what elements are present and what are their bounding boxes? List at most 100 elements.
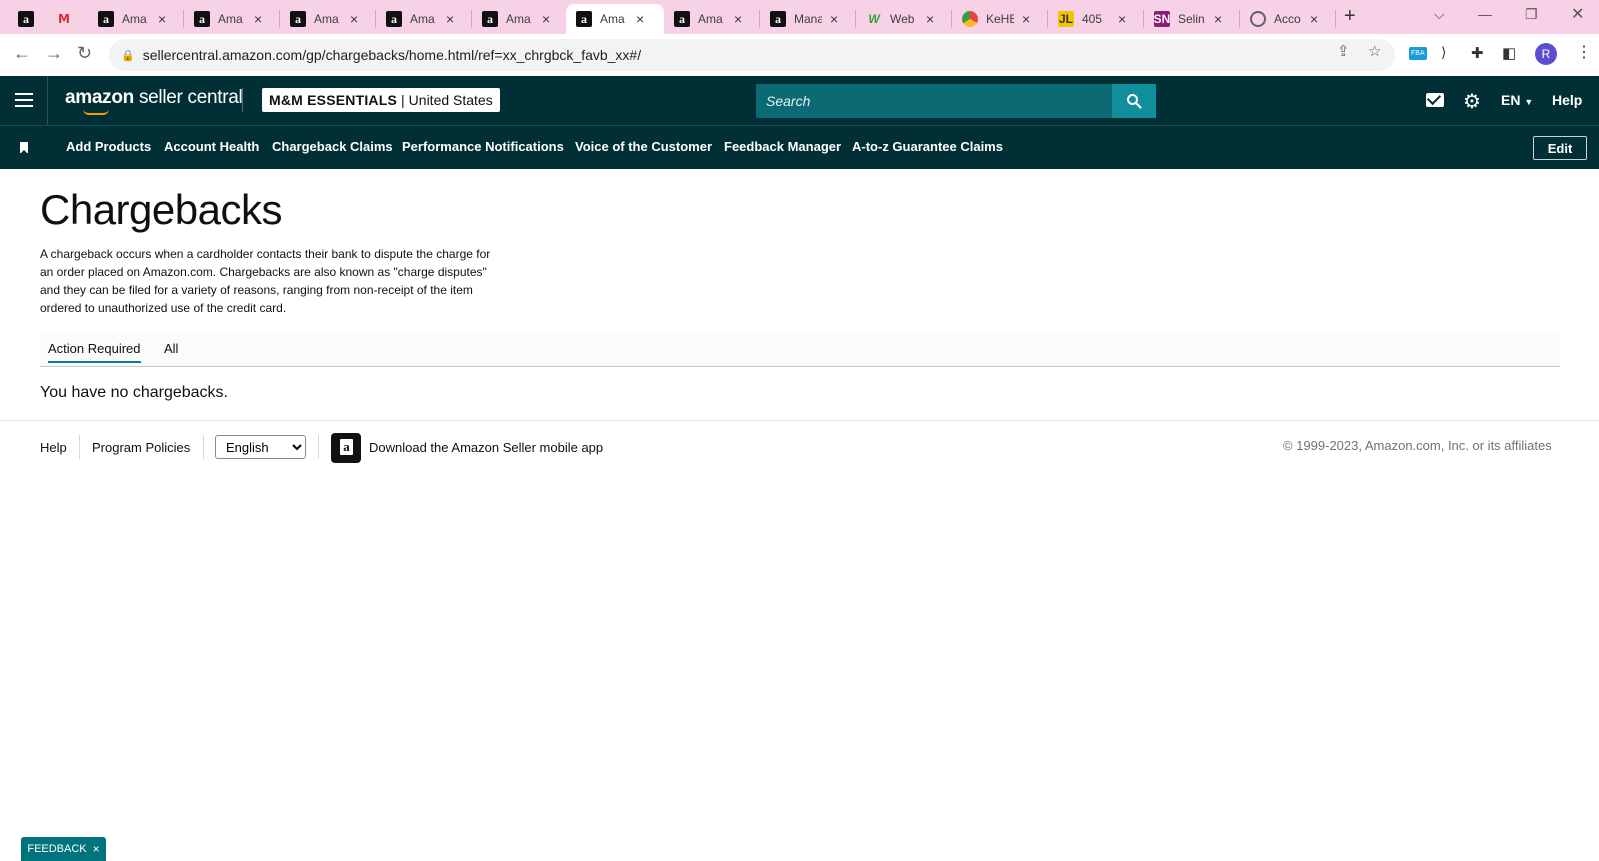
browser-tab-label: Ama bbox=[600, 12, 625, 26]
sn-icon: SN bbox=[1153, 11, 1171, 27]
profile-avatar[interactable]: R bbox=[1535, 43, 1557, 65]
chargeback-tabs: Action Required All bbox=[40, 332, 1560, 367]
close-icon[interactable]: × bbox=[542, 11, 550, 27]
browser-tab-label: Ama bbox=[218, 12, 243, 26]
logo-separator bbox=[242, 88, 243, 112]
logo-suffix: seller central bbox=[138, 87, 243, 108]
browser-tab[interactable]: SN Selin × bbox=[1144, 4, 1238, 34]
browser-tab-label: 405 bbox=[1082, 12, 1103, 26]
browser-tab-label: Web bbox=[890, 12, 915, 26]
browser-tab-label: Ama bbox=[122, 12, 147, 26]
browser-tab-label: Ama bbox=[410, 12, 435, 26]
browser-tab[interactable]: Acco × bbox=[1240, 4, 1334, 34]
close-icon[interactable]: × bbox=[830, 11, 838, 27]
close-icon[interactable]: × bbox=[1214, 11, 1222, 27]
hamburger-menu-icon[interactable] bbox=[15, 93, 33, 107]
empty-state-message: You have no chargebacks. bbox=[40, 384, 228, 401]
browser-tab-gmail[interactable]: M bbox=[46, 4, 86, 34]
nav-add-products[interactable]: Add Products bbox=[66, 139, 151, 154]
footer-divider bbox=[0, 420, 1599, 421]
close-icon[interactable]: × bbox=[158, 11, 166, 27]
download-app-link[interactable]: Download the Amazon Seller mobile app bbox=[369, 440, 603, 455]
close-icon[interactable]: × bbox=[1022, 11, 1030, 27]
browser-tab[interactable]: KeHE × bbox=[952, 4, 1046, 34]
footer-help-link[interactable]: Help bbox=[40, 440, 67, 455]
store-separator: | bbox=[401, 92, 405, 108]
gear-icon[interactable]: ⚙ bbox=[1463, 89, 1481, 114]
bookmark-icon[interactable] bbox=[20, 142, 28, 154]
minimize-icon[interactable]: — bbox=[1478, 6, 1492, 22]
back-arrow-icon[interactable]: ← bbox=[13, 43, 31, 64]
marketplace-name: United States bbox=[408, 92, 493, 108]
tab-search-icon[interactable]: ⌵ bbox=[1434, 6, 1445, 23]
nav-feedback-manager[interactable]: Feedback Manager bbox=[724, 139, 841, 154]
page-title: Chargebacks bbox=[40, 186, 282, 233]
language-selector[interactable]: EN ▼ bbox=[1501, 92, 1533, 108]
browser-tab[interactable]: a Ama × bbox=[88, 4, 182, 34]
close-icon[interactable]: × bbox=[926, 11, 934, 27]
close-icon[interactable]: × bbox=[1118, 11, 1126, 27]
amazon-icon: a bbox=[98, 11, 114, 27]
close-icon[interactable]: × bbox=[254, 11, 262, 27]
browser-tab-label: Ama bbox=[314, 12, 339, 26]
seller-app-icon[interactable] bbox=[331, 433, 361, 463]
browser-tab[interactable]: a Ama × bbox=[184, 4, 278, 34]
reload-icon[interactable]: ↻ bbox=[77, 43, 92, 64]
caret-down-icon: ▼ bbox=[1524, 97, 1534, 107]
extension-arrow-icon[interactable]: ⟩ bbox=[1441, 44, 1446, 61]
new-tab-button[interactable]: + bbox=[1344, 5, 1356, 28]
browser-toolbar: ← → ↻ 🔒 sellercentral.amazon.com/gp/char… bbox=[0, 34, 1599, 76]
kebab-menu-icon[interactable]: ⋮ bbox=[1576, 42, 1592, 62]
side-panel-icon[interactable]: ◧ bbox=[1502, 44, 1516, 62]
bookmarks-bar: Add Products Account Health Chargeback C… bbox=[0, 125, 1599, 169]
feedback-close-icon[interactable]: × bbox=[93, 842, 100, 856]
page-description: A chargeback occurs when a cardholder co… bbox=[40, 247, 491, 315]
store-switcher[interactable]: M&M ESSENTIALS | United States bbox=[262, 88, 500, 112]
footer-language-select[interactable]: English bbox=[215, 435, 306, 459]
nav-chargeback-claims[interactable]: Chargeback Claims bbox=[272, 139, 393, 154]
close-icon[interactable]: × bbox=[446, 11, 454, 27]
window-close-icon[interactable]: ✕ bbox=[1571, 4, 1584, 24]
address-bar[interactable]: 🔒 sellercentral.amazon.com/gp/chargeback… bbox=[109, 39, 1395, 71]
url-text[interactable]: sellercentral.amazon.com/gp/chargebacks/… bbox=[143, 47, 641, 63]
browser-tab[interactable]: a Ama × bbox=[472, 4, 566, 34]
nav-performance-notifications[interactable]: Performance Notifications bbox=[402, 139, 564, 154]
nav-voice-of-the-customer[interactable]: Voice of the Customer bbox=[575, 139, 712, 154]
restore-icon[interactable]: ❐ bbox=[1525, 6, 1538, 23]
browser-tab[interactable]: a Ama × bbox=[664, 4, 758, 34]
close-icon[interactable]: × bbox=[734, 11, 742, 27]
nav-account-health[interactable]: Account Health bbox=[164, 139, 259, 154]
tab-all[interactable]: All bbox=[164, 341, 178, 356]
search-input[interactable] bbox=[766, 93, 1096, 109]
amazon-icon: a bbox=[194, 11, 210, 27]
copyright-text: © 1999-2023, Amazon.com, Inc. or its aff… bbox=[1283, 438, 1552, 453]
browser-tab[interactable]: a Ama × bbox=[280, 4, 374, 34]
footer-separator bbox=[318, 435, 319, 459]
program-policies-link[interactable]: Program Policies bbox=[92, 440, 190, 455]
browser-tab[interactable]: W Web × bbox=[856, 4, 950, 34]
tab-action-required[interactable]: Action Required bbox=[48, 341, 141, 363]
browser-tab-amazon-pinned[interactable]: a bbox=[8, 4, 42, 34]
edit-bookmarks-button[interactable]: Edit bbox=[1533, 136, 1587, 160]
browser-tab-active[interactable]: a Ama × bbox=[566, 4, 664, 34]
header-divider bbox=[47, 76, 48, 125]
close-icon[interactable]: × bbox=[350, 11, 358, 27]
search-button[interactable] bbox=[1112, 84, 1156, 118]
feedback-button[interactable]: FEEDBACK × bbox=[21, 837, 106, 861]
star-icon[interactable]: ☆ bbox=[1368, 42, 1381, 60]
fba-extension-icon[interactable]: FBA bbox=[1409, 47, 1427, 60]
close-icon[interactable]: × bbox=[636, 11, 644, 27]
puzzle-icon[interactable]: ✚ bbox=[1471, 44, 1484, 62]
close-icon[interactable]: × bbox=[1310, 11, 1318, 27]
browser-tab[interactable]: a Ama × bbox=[376, 4, 470, 34]
browser-tab[interactable]: JL 405 × bbox=[1048, 4, 1142, 34]
seller-central-logo[interactable]: amazon seller central bbox=[65, 87, 243, 115]
amazon-smile-icon bbox=[83, 109, 109, 115]
share-icon[interactable]: ⇪ bbox=[1337, 42, 1350, 60]
browser-tab[interactable]: a Mana × bbox=[760, 4, 854, 34]
forward-arrow-icon[interactable]: → bbox=[45, 43, 63, 64]
nav-a-to-z-guarantee-claims[interactable]: A-to-z Guarantee Claims bbox=[852, 139, 1003, 154]
help-link[interactable]: Help bbox=[1552, 92, 1582, 108]
language-code: EN bbox=[1501, 92, 1521, 108]
mail-icon[interactable] bbox=[1426, 93, 1444, 107]
